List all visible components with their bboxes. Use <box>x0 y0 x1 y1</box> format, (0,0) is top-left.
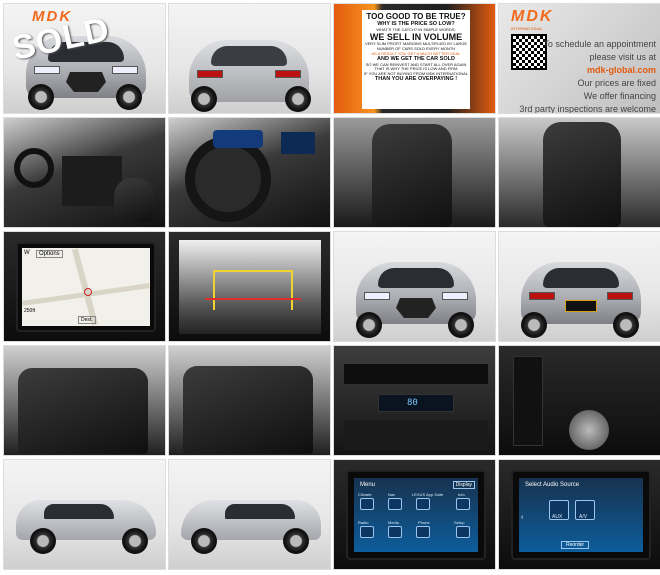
location-marker-icon <box>84 288 92 296</box>
photo-side-left[interactable] <box>3 459 166 570</box>
photo-menu-screen[interactable]: Menu Display Climate Nav LEXUS App Suite… <box>333 459 496 570</box>
photo-rear-seat-right[interactable] <box>168 345 331 456</box>
photo-driver-seat[interactable] <box>333 117 496 228</box>
info-icon[interactable] <box>456 498 470 510</box>
photo-dashboard-wide[interactable] <box>3 117 166 228</box>
chevron-left-icon[interactable]: ‹ <box>521 514 523 521</box>
display-button[interactable]: Display <box>452 481 475 489</box>
menu-label-radio: Radio <box>358 520 369 525</box>
map-scale: 250ft <box>24 308 36 314</box>
menu-label-info: Info <box>458 492 465 497</box>
photo-climate-controls[interactable]: 80 <box>333 345 496 456</box>
gear-shifter-icon <box>513 356 543 446</box>
photo-rear-three-quarter[interactable] <box>168 3 331 114</box>
media-icon[interactable] <box>388 526 402 538</box>
menu-label-app-suite: LEXUS App Suite <box>412 492 444 497</box>
audio-source-menu: Select Audio Source AUX A/V Reorder ‹ <box>519 478 643 552</box>
promo-text-panel: TOO GOOD TO BE TRUE? WHY IS THE PRICE SO… <box>362 10 470 109</box>
photo-front-sold[interactable]: MDK SOLD <box>3 3 166 114</box>
photo-rear-seat-left[interactable] <box>3 345 166 456</box>
mdk-logo: MDK <box>511 8 554 25</box>
info-line: Our prices are fixed <box>577 78 656 88</box>
menu-label-phone: Phone <box>418 520 430 525</box>
navigation-map: W Options 250ft Dest. <box>22 248 150 326</box>
camera-view <box>179 240 321 334</box>
photo-center-console[interactable] <box>498 345 660 456</box>
photo-navigation-screen[interactable]: W Options 250ft Dest. <box>3 231 166 342</box>
temperature-display: 80 <box>407 398 418 408</box>
menu-label-nav: Nav <box>388 492 396 497</box>
info-line: We offer financing <box>583 91 656 101</box>
photo-backup-camera[interactable] <box>168 231 331 342</box>
av-label: A/V <box>579 514 588 520</box>
steering-wheel-icon <box>185 136 271 222</box>
reorder-button[interactable]: Reorder <box>561 541 590 549</box>
nav-icon[interactable] <box>388 498 402 510</box>
dealer-info[interactable]: MDK INTERNATIONAL To schedule an appoint… <box>498 3 660 114</box>
promo-line: THAN YOU ARE OVERPAYING ! <box>374 76 458 83</box>
menu-title: Menu <box>360 482 376 488</box>
photo-steering-wheel[interactable] <box>168 117 331 228</box>
phone-icon[interactable] <box>416 526 430 538</box>
photo-gallery: MDK SOLD TOO GOOD TO BE TRUE? WHY IS THE… <box>3 3 660 570</box>
steering-wheel-icon <box>14 148 54 188</box>
menu-label-media: Media <box>388 520 399 525</box>
photo-side-right[interactable] <box>168 459 331 570</box>
website-link[interactable]: mdk-global.com <box>519 64 656 77</box>
aux-label: AUX <box>552 514 563 520</box>
mdk-logo-subtitle: INTERNATIONAL <box>511 26 543 31</box>
info-line: please visit us at <box>589 52 656 62</box>
menu-label-setup: Setup <box>454 520 465 525</box>
climate-icon[interactable] <box>360 498 374 510</box>
menu-label-climate: Climate <box>358 492 372 497</box>
photo-front[interactable] <box>333 231 496 342</box>
control-knob-icon <box>569 410 609 450</box>
radio-icon[interactable] <box>360 526 374 538</box>
infotainment-menu: Menu Display Climate Nav LEXUS App Suite… <box>354 478 478 552</box>
info-line: 3rd party inspections are welcome <box>519 104 656 114</box>
nav-options-button[interactable]: Options <box>36 250 63 258</box>
compass-heading: W <box>24 250 30 256</box>
photo-passenger-seat[interactable] <box>498 117 660 228</box>
photo-audio-source-screen[interactable]: Select Audio Source AUX A/V Reorder ‹ <box>498 459 660 570</box>
photo-rear[interactable] <box>498 231 660 342</box>
destination-button[interactable]: Dest. <box>78 316 96 324</box>
setup-icon[interactable] <box>456 526 470 538</box>
audio-source-title: Select Audio Source <box>525 482 580 488</box>
info-line: To schedule an appointment <box>543 39 656 49</box>
promo-banner[interactable]: TOO GOOD TO BE TRUE? WHY IS THE PRICE SO… <box>333 3 496 114</box>
app-suite-icon[interactable] <box>416 498 430 510</box>
promo-headline: TOO GOOD TO BE TRUE? <box>366 12 466 21</box>
